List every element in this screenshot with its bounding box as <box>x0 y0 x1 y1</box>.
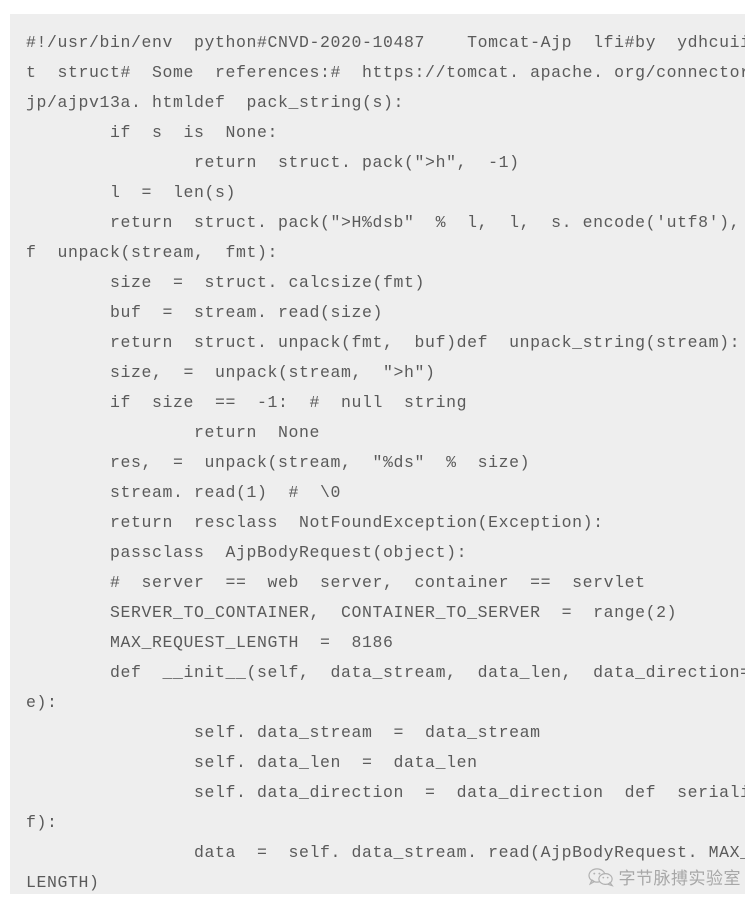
code-line: if size == -1: # null string <box>26 393 468 412</box>
code-line: LENGTH) <box>26 873 100 892</box>
code-text: #!/usr/bin/env python#CNVD-2020-10487 To… <box>10 28 745 894</box>
code-line: return struct. pack(">H%dsb" % l, l, s. … <box>26 213 745 232</box>
code-line: f): <box>26 813 58 832</box>
code-screenshot: #!/usr/bin/env python#CNVD-2020-10487 To… <box>0 0 755 901</box>
code-line: return None <box>26 423 321 442</box>
code-line: l = len(s) <box>26 183 237 202</box>
code-line: return struct. unpack(fmt, buf)def unpac… <box>26 333 741 352</box>
code-line: return struct. pack(">h", -1) <box>26 153 520 172</box>
code-line: self. data_len = data_len <box>26 753 478 772</box>
code-line: e): <box>26 693 58 712</box>
code-line: stream. read(1) # \0 <box>26 483 342 502</box>
code-line: size = struct. calcsize(fmt) <box>26 273 426 292</box>
code-line: def __init__(self, data_stream, data_len… <box>26 663 745 682</box>
code-line: #!/usr/bin/env python#CNVD-2020-10487 To… <box>26 33 745 52</box>
code-line: passclass AjpBodyRequest(object): <box>26 543 468 562</box>
code-line: f unpack(stream, fmt): <box>26 243 279 262</box>
code-line: t struct# Some references:# https://tomc… <box>26 63 745 82</box>
code-line: MAX_REQUEST_LENGTH = 8186 <box>26 633 394 652</box>
code-line: size, = unpack(stream, ">h") <box>26 363 436 382</box>
code-line: self. data_stream = data_stream <box>26 723 541 742</box>
code-line: self. data_direction = data_direction de… <box>26 783 745 802</box>
code-line: res, = unpack(stream, "%ds" % size) <box>26 453 531 472</box>
code-line: jp/ajpv13a. htmldef pack_string(s): <box>26 93 405 112</box>
code-line: buf = stream. read(size) <box>26 303 384 322</box>
code-line: # server == web server, container == ser… <box>26 573 646 592</box>
code-line: SERVER_TO_CONTAINER, CONTAINER_TO_SERVER… <box>26 603 678 622</box>
code-line: data = self. data_stream. read(AjpBodyRe… <box>194 843 745 862</box>
code-line: if s is None: <box>26 123 279 142</box>
code-line: return resclass NotFoundException(Except… <box>26 513 604 532</box>
code-block: #!/usr/bin/env python#CNVD-2020-10487 To… <box>10 14 745 894</box>
